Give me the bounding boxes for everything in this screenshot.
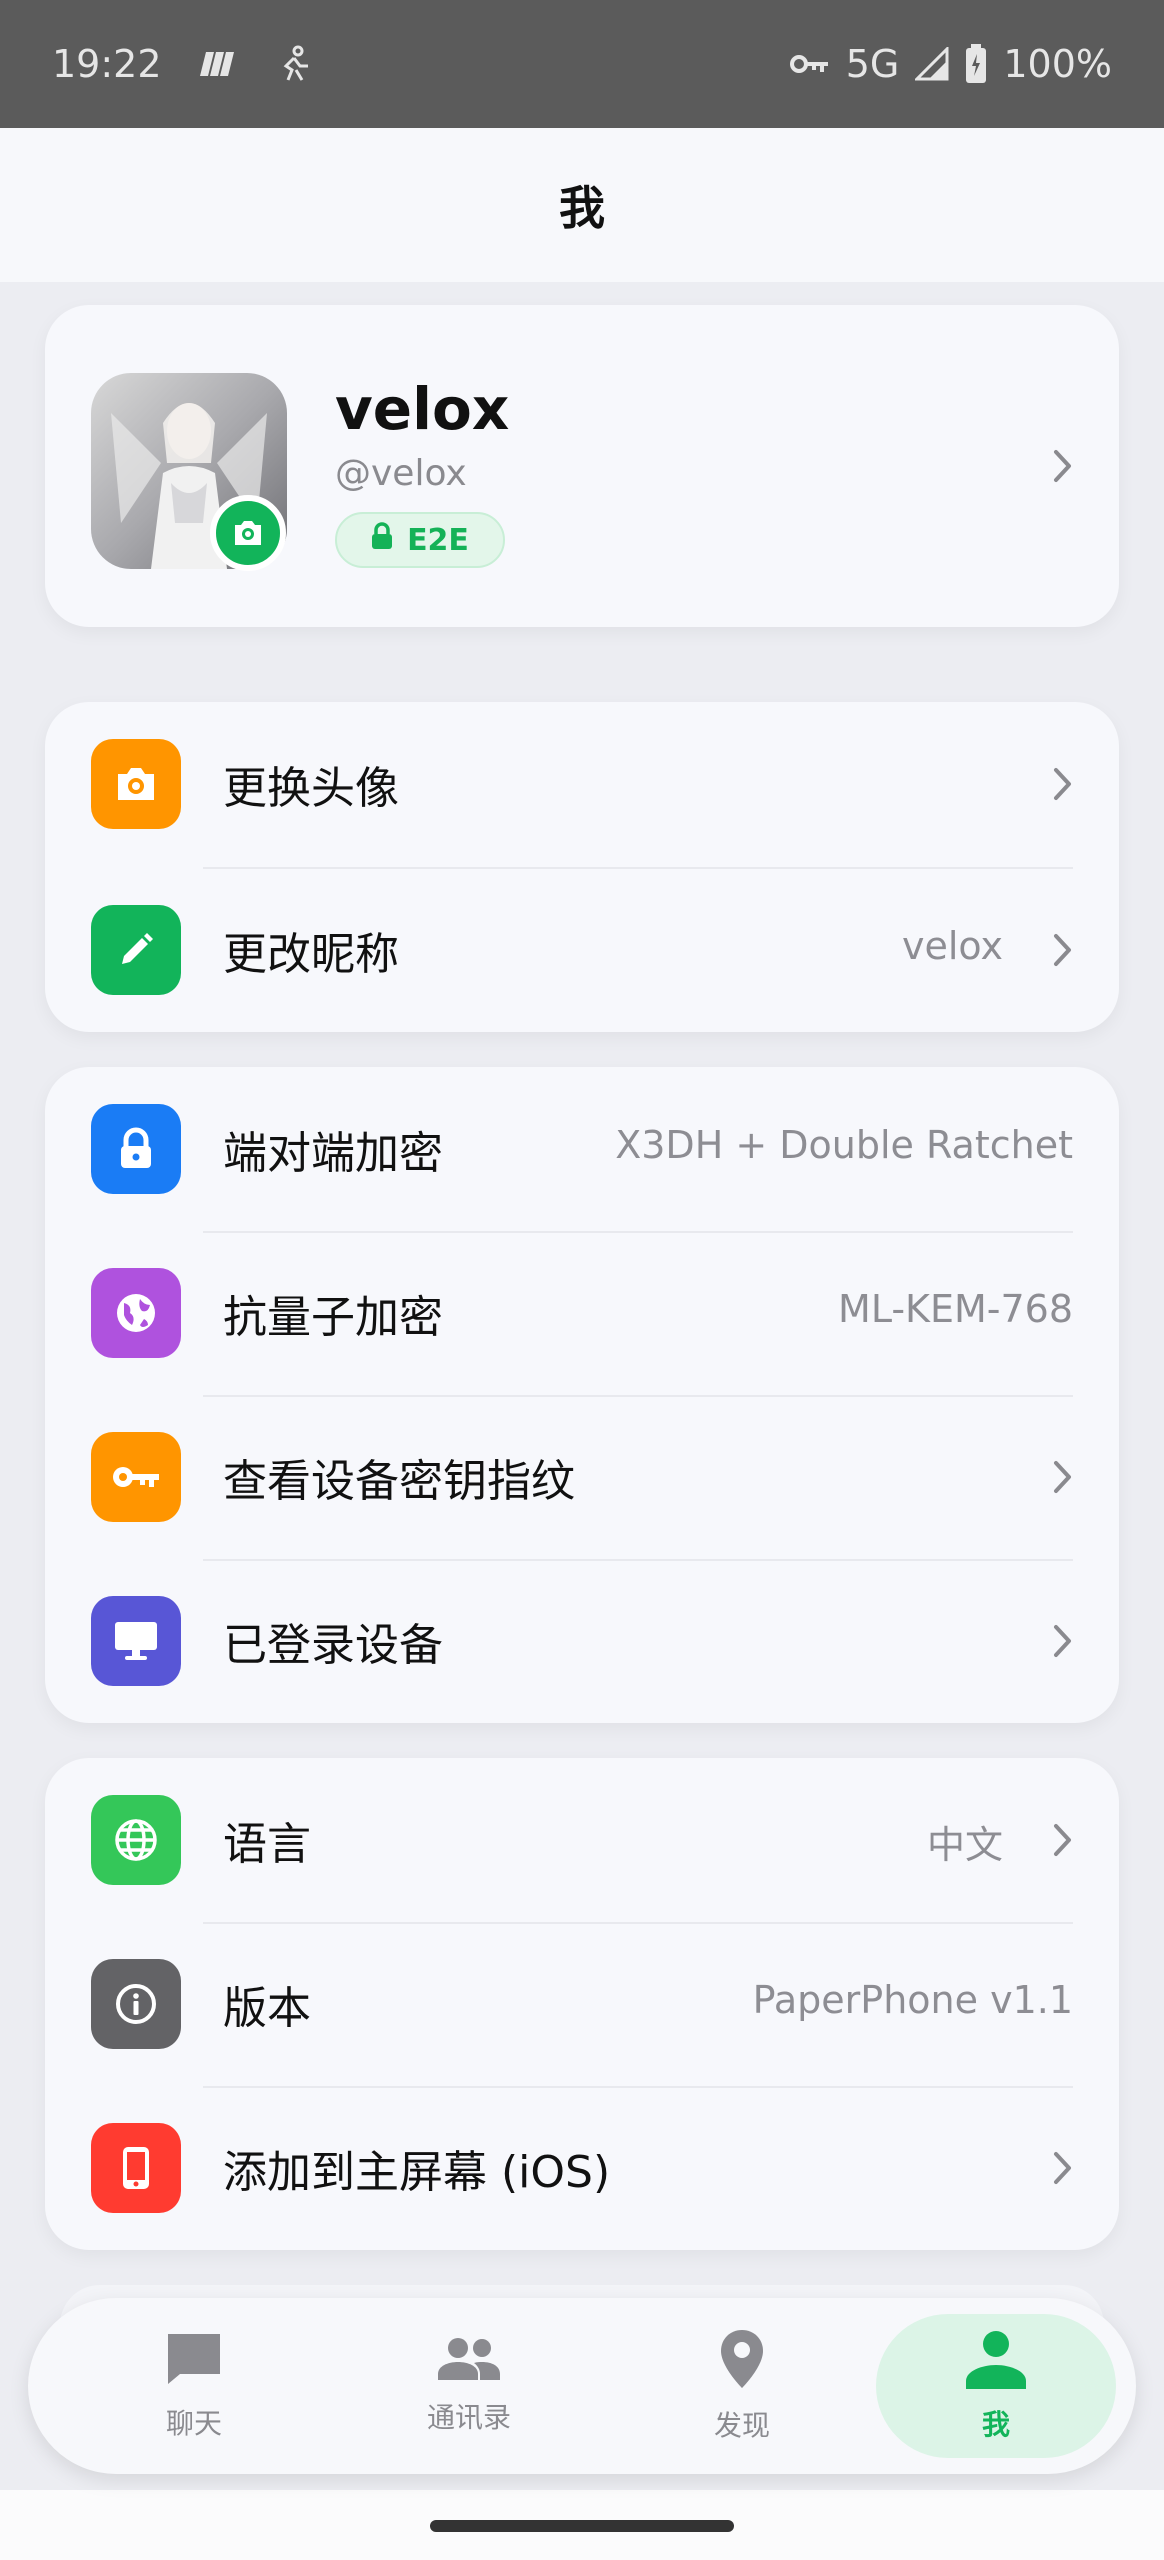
lock-icon [91,1104,181,1194]
version-label: 版本 [223,1983,311,2034]
device-key-fingerprint-label: 查看设备密钥指纹 [223,1456,575,1507]
change-nickname-item[interactable]: 更改昵称 velox [45,868,1119,1032]
device-key-fingerprint-item[interactable]: 查看设备密钥指纹 [45,1395,1119,1559]
nickname-value: velox [902,924,1003,968]
battery-icon [965,44,987,84]
globe-icon [91,1268,181,1358]
e2e-encryption-label: 端对端加密 [223,1128,443,1179]
change-avatar-camera-icon[interactable] [210,495,286,571]
lock-icon [371,522,393,558]
phone-icon [91,2123,181,2213]
vpn-key-icon [789,51,830,77]
chevron-right-icon [1051,1621,1075,1661]
profile-card[interactable]: velox @velox E2E [45,305,1119,627]
network-type: 5G [845,42,900,86]
change-avatar-item[interactable]: 更换头像 [45,702,1119,866]
monitor-icon [91,1596,181,1686]
e2e-encryption-value: X3DH + Double Ratchet [615,1123,1073,1167]
tab-contacts[interactable]: 通讯录 [349,2314,589,2458]
signal-icon [915,47,949,81]
pq-encryption-label: 抗量子加密 [223,1292,443,1343]
tab-discover[interactable]: 发现 [622,2314,862,2458]
version-value: PaperPhone v1.1 [752,1978,1073,2022]
language-label: 语言 [223,1819,311,1870]
chevron-right-icon [1051,2148,1075,2188]
pq-encryption-item[interactable]: 抗量子加密 ML-KEM-768 [45,1231,1119,1395]
logged-in-devices-label: 已登录设备 [223,1620,443,1671]
pq-encryption-value: ML-KEM-768 [838,1287,1073,1331]
location-pin-icon [719,2328,765,2394]
chevron-right-icon [1051,446,1075,486]
home-indicator[interactable] [430,2520,734,2532]
change-avatar-label: 更换头像 [223,763,399,814]
tab-discover-label: 发现 [713,2409,770,2442]
chat-icon [164,2330,224,2392]
bottom-navigation: 聊天 通讯录 发现 我 [28,2298,1136,2474]
tab-chat-label: 聊天 [165,2407,222,2440]
language-item[interactable]: 语言 中文 [45,1758,1119,1922]
add-to-home-screen-label: 添加到主屏幕 (iOS) [223,2147,611,2198]
tab-me-label: 我 [981,2408,1010,2441]
key-icon [91,1432,181,1522]
page-title: 我 [559,181,605,235]
chevron-right-icon [1051,1457,1075,1497]
logged-in-devices-item[interactable]: 已登录设备 [45,1559,1119,1723]
chevron-right-icon [1051,764,1075,804]
tab-me[interactable]: 我 [876,2314,1116,2458]
e2e-badge-label: E2E [407,522,469,558]
camera-icon [91,739,181,829]
language-value: 中文 [926,1823,1003,1867]
person-icon [963,2329,1029,2393]
pencil-icon [91,905,181,995]
e2e-badge: E2E [335,512,505,568]
change-nickname-label: 更改昵称 [223,929,399,980]
contacts-icon [436,2336,502,2386]
chevron-right-icon [1051,1820,1075,1860]
chevron-right-icon [1051,930,1075,970]
tab-chat[interactable]: 聊天 [74,2314,314,2458]
version-item[interactable]: 版本 PaperPhone v1.1 [45,1922,1119,2086]
activity-icon [274,44,314,84]
status-bar: 19:22 5G 100% [0,0,1164,128]
info-icon [91,1959,181,2049]
language-globe-icon [91,1795,181,1885]
app-notification-icon [198,48,238,80]
security-group: 端对端加密 X3DH + Double Ratchet 抗量子加密 ML-KEM… [45,1067,1119,1723]
tab-contacts-label: 通讯录 [426,2401,511,2434]
general-group: 语言 中文 版本 PaperPhone v1.1 添加到主屏幕 (iOS) [45,1758,1119,2250]
add-to-home-screen-item[interactable]: 添加到主屏幕 (iOS) [45,2086,1119,2250]
profile-handle: @velox [335,453,467,494]
profile-name: velox [335,375,510,443]
e2e-encryption-item[interactable]: 端对端加密 X3DH + Double Ratchet [45,1067,1119,1231]
profile-settings-group: 更换头像 更改昵称 velox [45,702,1119,1032]
page-header: 我 [0,128,1164,282]
status-time: 19:22 [52,42,162,86]
battery-level: 100% [1003,42,1112,86]
